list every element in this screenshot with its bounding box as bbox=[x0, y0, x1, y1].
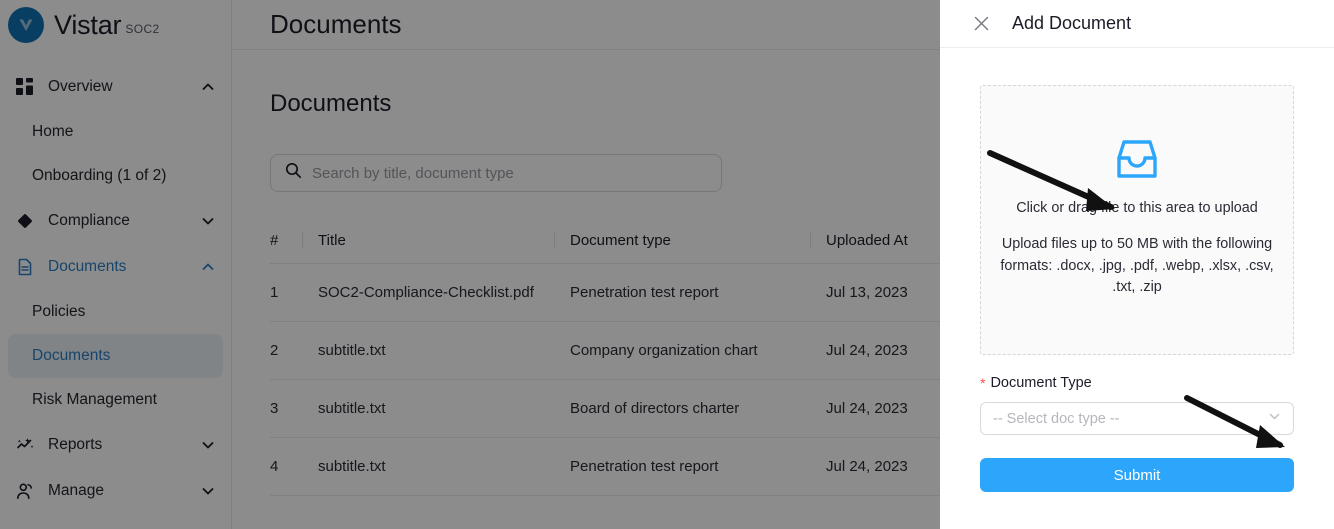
inbox-upload-icon bbox=[1111, 138, 1163, 182]
required-asterisk: * bbox=[980, 375, 986, 391]
doc-type-label-text: Document Type bbox=[990, 375, 1092, 391]
chevron-down-icon bbox=[1268, 410, 1281, 428]
file-dropzone[interactable]: Click or drag file to this area to uploa… bbox=[980, 85, 1294, 355]
close-x-icon[interactable] bbox=[973, 15, 990, 32]
app-root: Vistar SOC2 Overview Home Onboarding (1 … bbox=[0, 0, 1334, 529]
drawer-header: Add Document bbox=[940, 0, 1334, 48]
doc-type-selected-value: -- Select doc type -- bbox=[993, 410, 1120, 427]
add-document-drawer: Add Document Click or drag file to this … bbox=[940, 0, 1334, 529]
doc-type-label: * Document Type bbox=[980, 375, 1294, 391]
submit-button[interactable]: Submit bbox=[980, 458, 1294, 492]
doc-type-select[interactable]: -- Select doc type -- bbox=[980, 402, 1294, 435]
modal-overlay-scrim[interactable] bbox=[0, 0, 940, 529]
drawer-title: Add Document bbox=[1012, 13, 1132, 33]
dropzone-hint-text: Upload files up to 50 MB with the follow… bbox=[1000, 236, 1274, 296]
dropzone-main-text: Click or drag file to this area to uploa… bbox=[1016, 200, 1258, 216]
drawer-body: Click or drag file to this area to uploa… bbox=[940, 48, 1334, 529]
